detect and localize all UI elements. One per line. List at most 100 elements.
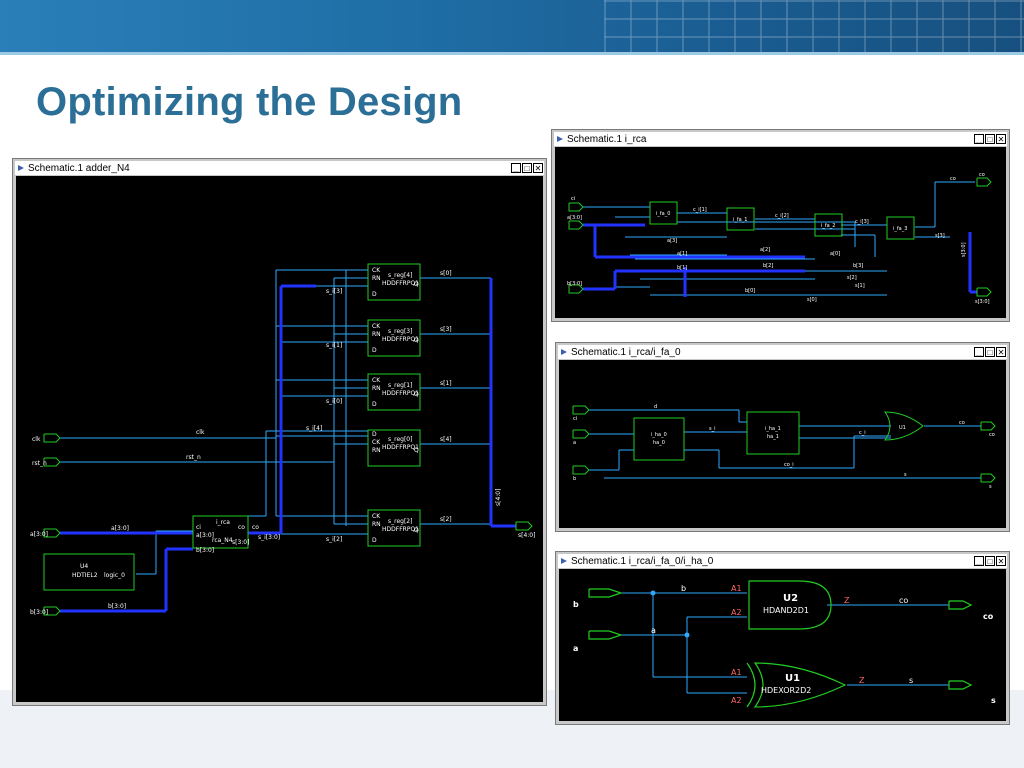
net-s-i: s_i xyxy=(709,426,716,432)
rca-inst: i_rca xyxy=(216,519,230,526)
flop2-rn: RN xyxy=(372,385,381,392)
port-s: s[4:0] xyxy=(518,532,535,539)
xor-a1-pin: A1 xyxy=(731,668,742,677)
flop0-inst: s_reg[4] xyxy=(388,272,412,279)
minimize-button[interactable]: ▁ xyxy=(974,347,984,357)
flop4-inst: s_reg[2] xyxy=(388,518,412,525)
net-s-i3: s_i[3] xyxy=(326,288,342,295)
net-s-i2: s_i[2] xyxy=(326,536,342,543)
fa-schematic: ci a b co s i_ha_0 ha_0 i_ha_1 ha_1 U1 d… xyxy=(572,404,996,490)
block-fa0: i_fa_0 xyxy=(656,211,670,217)
window-title: Schematic.1 i_rca/i_fa_0 xyxy=(571,346,681,358)
net-so2: s[2] xyxy=(440,516,452,523)
adder-labels: clk rst_n a[3:0] b[3:0] s[4:0] clk rst_n… xyxy=(30,267,535,616)
window-title: Schematic.1 i_rca/i_fa_0/i_ha_0 xyxy=(571,555,714,567)
maximize-button[interactable]: □ xyxy=(985,134,995,144)
and-inst: U2 xyxy=(783,593,798,604)
flop1-inst: s_reg[3] xyxy=(388,328,412,335)
schematic-canvas[interactable]: ci a[3:0] b[3:0] co s[3:0] i_fa_0 i_fa_1… xyxy=(555,147,1006,318)
window-menu-icon[interactable] xyxy=(557,136,563,142)
net-c-i: c_i xyxy=(859,430,866,436)
flop-ck-label: CK xyxy=(372,267,381,274)
net-rst-n: rst_n xyxy=(186,454,201,461)
net-b: b xyxy=(681,584,686,593)
net-a0: a[0] xyxy=(830,251,840,257)
ha1-cell: ha_1 xyxy=(767,434,779,440)
window-title: Schematic.1 i_rca xyxy=(567,133,647,145)
xor-cell: HDEXOR2D2 xyxy=(761,686,811,695)
schematic-canvas[interactable]: b a co s U2 HDAND2D1 U1 HDEXOR2D2 b a co… xyxy=(559,569,1006,721)
minimize-button[interactable]: ▁ xyxy=(974,556,984,566)
port-a: a[3:0] xyxy=(30,531,48,538)
ha-labels: b a co s U2 HDAND2D1 U1 HDEXOR2D2 b a co… xyxy=(573,584,996,705)
header-banner xyxy=(0,0,1024,52)
or-inst: U1 xyxy=(899,425,906,431)
net-co: co xyxy=(252,524,259,531)
flop-d-label: D xyxy=(372,291,377,298)
net-s: s xyxy=(909,676,913,685)
rca-schematic: ci a[3:0] b[3:0] co s[3:0] i_fa_0 i_fa_1… xyxy=(567,172,992,305)
net-c3: c_i[3] xyxy=(855,219,869,225)
net-s3: s[3] xyxy=(935,233,945,239)
window-menu-icon[interactable] xyxy=(561,349,567,355)
port-co: co xyxy=(979,172,985,178)
and-a2-pin: A2 xyxy=(731,608,742,617)
port-co: co xyxy=(989,432,995,438)
net-b1: b[1] xyxy=(677,265,687,271)
cell-outlines xyxy=(43,263,533,616)
ha-schematic: b a co s U2 HDAND2D1 U1 HDEXOR2D2 b a co… xyxy=(573,580,996,708)
port-s: s[3:0] xyxy=(975,299,990,305)
schematic-canvas[interactable]: ci a b co s i_ha_0 ha_0 i_ha_1 ha_1 U1 d… xyxy=(559,360,1006,528)
minimize-button[interactable]: ▁ xyxy=(974,134,984,144)
tie-inst: U4 xyxy=(80,563,88,570)
adder-schematic: clk rst_n a[3:0] b[3:0] s[4:0] clk rst_n… xyxy=(30,263,535,616)
window-titlebar[interactable]: Schematic.1 i_rca/i_fa_0/i_ha_0 ▁ □ ✕ xyxy=(558,554,1007,568)
flop1-cell: HDDFFRPQ1 xyxy=(382,336,419,343)
net-a: a xyxy=(651,626,656,635)
net-s1: s[1] xyxy=(855,283,865,289)
flop3-ck: CK xyxy=(372,439,381,446)
close-button[interactable]: ✕ xyxy=(533,163,543,173)
window-titlebar[interactable]: Schematic.1 i_rca ▁ □ ✕ xyxy=(554,132,1007,146)
thin-wires xyxy=(583,181,975,296)
block-fa3: i_fa_3 xyxy=(893,226,907,232)
port-a: a[3:0] xyxy=(567,215,582,221)
port-clk: clk xyxy=(32,436,41,443)
net-s-i0: s_i[0] xyxy=(326,398,342,405)
port-b: b[3:0] xyxy=(30,609,48,616)
net-s2: s[2] xyxy=(847,275,857,281)
xor-inst: U1 xyxy=(785,673,800,684)
rca-pin-b: b[3:0] xyxy=(196,547,214,554)
window-menu-icon[interactable] xyxy=(18,165,24,171)
port-rst-n: rst_n xyxy=(32,460,47,467)
flop4-ck: CK xyxy=(372,513,381,520)
rca-cell: rca_N4 xyxy=(212,537,233,544)
net-s0: s[0] xyxy=(807,297,817,303)
close-button[interactable]: ✕ xyxy=(996,347,1006,357)
maximize-button[interactable]: □ xyxy=(522,163,532,173)
flop3-d: D xyxy=(372,431,377,438)
xor-z-pin: Z xyxy=(859,676,865,685)
maximize-button[interactable]: □ xyxy=(985,556,995,566)
schematic-window-rca[interactable]: Schematic.1 i_rca ▁ □ ✕ ci a[3:0] b[3:0]… xyxy=(551,129,1010,322)
close-button[interactable]: ✕ xyxy=(996,134,1006,144)
flop2-cell: HDDFFRPQ1 xyxy=(382,390,419,397)
flop2-inst: s_reg[1] xyxy=(388,382,412,389)
port-b: b xyxy=(573,476,576,482)
schematic-canvas[interactable]: clk rst_n a[3:0] b[3:0] s[4:0] clk rst_n… xyxy=(16,176,543,702)
maximize-button[interactable]: □ xyxy=(985,347,995,357)
minimize-button[interactable]: ▁ xyxy=(511,163,521,173)
flop1-ck: CK xyxy=(372,323,381,330)
schematic-window-fa[interactable]: Schematic.1 i_rca/i_fa_0 ▁ □ ✕ ci a b co… xyxy=(555,342,1010,532)
tie-net: logic_0 xyxy=(104,572,125,579)
flop3-inst: s_reg[0] xyxy=(388,436,412,443)
window-titlebar[interactable]: Schematic.1 i_rca/i_fa_0 ▁ □ ✕ xyxy=(558,345,1007,359)
window-titlebar[interactable]: Schematic.1 adder_N4 ▁ □ ✕ xyxy=(15,161,544,175)
net-co-i: co_i xyxy=(784,462,794,468)
window-menu-icon[interactable] xyxy=(561,558,567,564)
net-so4: s[0] xyxy=(440,270,452,277)
net-clk: clk xyxy=(196,429,205,436)
schematic-window-adder[interactable]: Schematic.1 adder_N4 ▁ □ ✕ clk rst_n a[3… xyxy=(12,158,547,706)
close-button[interactable]: ✕ xyxy=(996,556,1006,566)
schematic-window-ha[interactable]: Schematic.1 i_rca/i_fa_0/i_ha_0 ▁ □ ✕ b … xyxy=(555,551,1010,725)
